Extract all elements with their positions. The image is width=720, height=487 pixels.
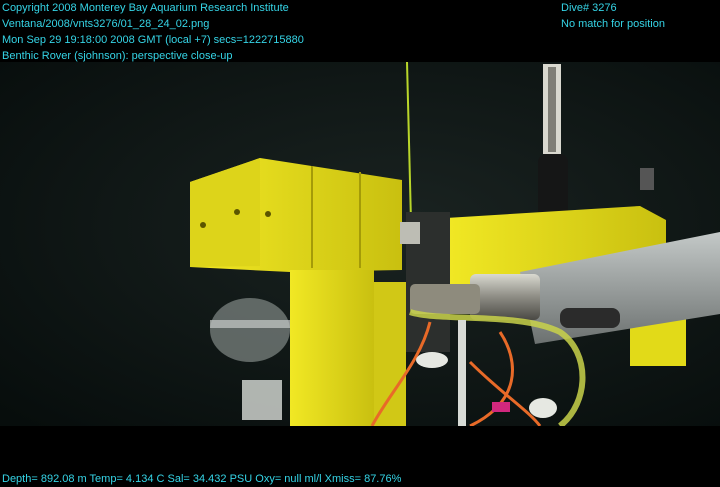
white-fitting-1	[416, 352, 448, 368]
instrument-bag	[242, 380, 282, 420]
glass-sphere-float	[210, 298, 290, 362]
header-left: Copyright 2008 Monterey Bay Aquarium Res…	[2, 0, 304, 64]
graduated-post	[458, 320, 466, 426]
sensor-rod-rack	[548, 67, 556, 152]
pink-tie	[492, 402, 510, 412]
header-right: Dive# 3276 No match for position	[561, 0, 665, 32]
dive-number: Dive# 3276	[561, 2, 617, 14]
hole-3	[265, 211, 271, 217]
sphere-band	[210, 320, 290, 328]
telemetry-footer: Depth= 892.08 m Temp= 4.134 C Sal= 34.43…	[2, 471, 401, 487]
telemetry-line: Depth= 892.08 m Temp= 4.134 C Sal= 34.43…	[2, 473, 402, 485]
arm-wrist	[470, 274, 540, 320]
arm-gripper	[410, 284, 480, 314]
rover-photo-illustration	[0, 62, 720, 426]
arm-joint	[560, 308, 620, 328]
timestamp-line: Mon Sep 29 19:18:00 2008 GMT (local +7) …	[2, 34, 304, 46]
hole-1	[200, 222, 206, 228]
hole-2	[234, 209, 240, 215]
file-path-line: Ventana/2008/vnts3276/01_28_24_02.png	[2, 18, 210, 30]
bracket	[400, 222, 420, 244]
spring-device	[640, 168, 654, 190]
white-fitting-2	[529, 398, 557, 418]
copyright-line: Copyright 2008 Monterey Bay Aquarium Res…	[2, 2, 289, 14]
underwater-scene-image	[0, 62, 720, 426]
yellow-leg	[290, 270, 374, 426]
position-status: No match for position	[561, 18, 665, 30]
yellow-leg-side	[374, 282, 406, 426]
